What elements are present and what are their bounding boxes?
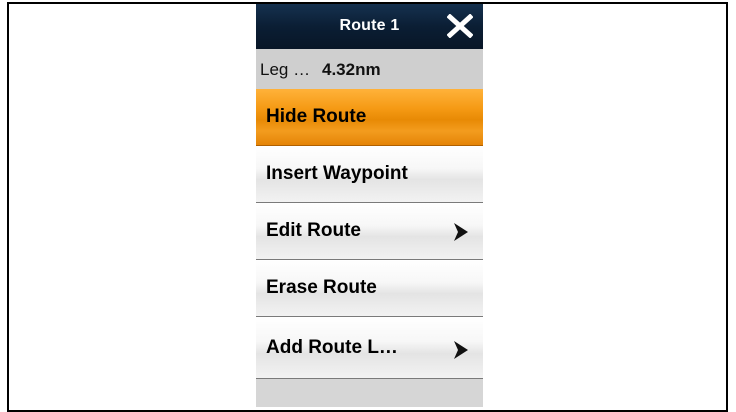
menu-item-hide-route[interactable]: Hide Route	[256, 89, 483, 146]
menu-item-label: Erase Route	[266, 277, 377, 298]
title-bar: Route 1	[256, 4, 483, 49]
leg-label: Leg …	[260, 60, 311, 79]
leg-distance-value: 4.32nm	[322, 60, 381, 79]
menu-item-label: Add Route L…	[266, 337, 398, 358]
menu-item-insert-waypoint[interactable]: Insert Waypoint	[256, 146, 483, 203]
menu-item-erase-route[interactable]: Erase Route	[256, 260, 483, 317]
menu-item-label: Hide Route	[266, 106, 367, 127]
chevron-right-icon	[454, 341, 468, 359]
menu-item-add-route-leg[interactable]: Add Route L…	[256, 317, 483, 379]
close-button[interactable]	[446, 13, 474, 39]
menu-footer	[256, 379, 483, 407]
leg-info-bar: Leg … 4.32nm	[256, 49, 483, 89]
route-context-menu: Route 1 Leg … 4.32nm Hide Route Insert W…	[256, 4, 483, 407]
close-x-icon	[446, 13, 474, 39]
menu-item-label: Edit Route	[266, 220, 361, 241]
chevron-right-icon	[454, 223, 468, 241]
menu-item-label: Insert Waypoint	[266, 163, 408, 184]
menu-item-edit-route[interactable]: Edit Route	[256, 203, 483, 260]
